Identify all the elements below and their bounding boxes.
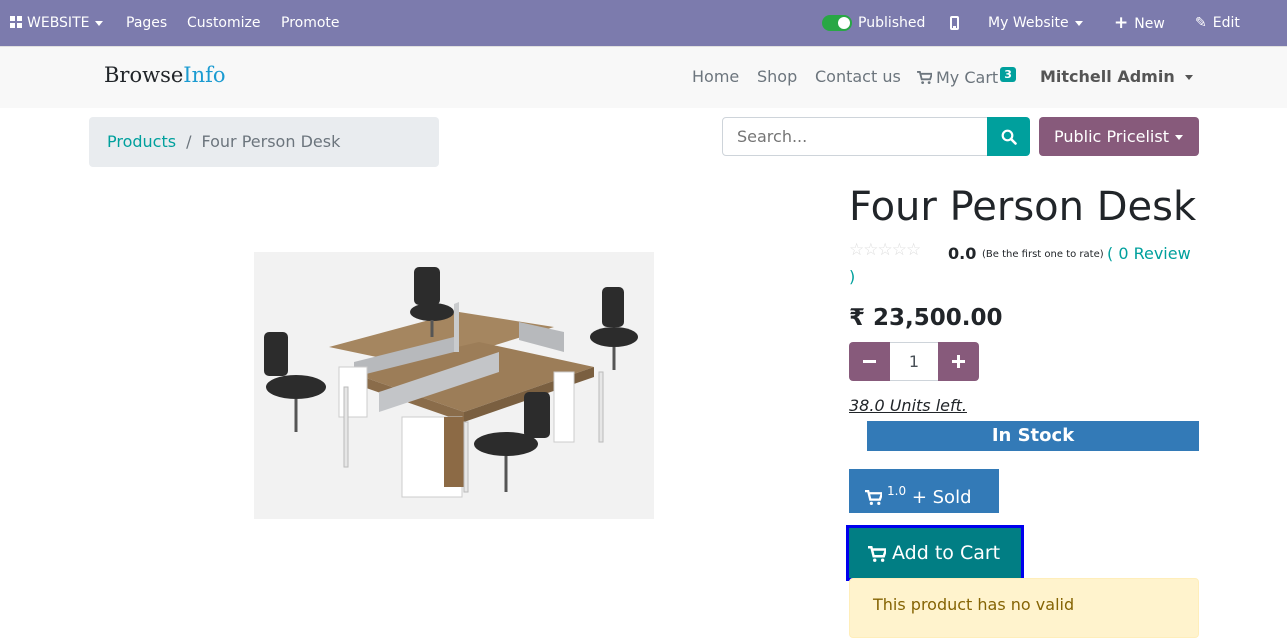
site-header: BrowseInfo Home Shop Contact us My Cart 3… [0, 46, 1287, 108]
chevron-down-icon [1184, 75, 1193, 80]
breadcrumb-current: Four Person Desk [201, 132, 341, 151]
breadcrumb: Products / Four Person Desk [89, 117, 439, 167]
mobile-preview-button[interactable] [950, 0, 959, 46]
review-link[interactable]: ( 0 Review [1107, 244, 1191, 263]
new-label: New [1134, 16, 1165, 32]
brand-part2: Info [183, 63, 226, 87]
published-label: Published [858, 15, 926, 31]
edit-label: Edit [1212, 15, 1240, 31]
plus-icon: + [1114, 13, 1129, 33]
search-button[interactable] [987, 117, 1030, 156]
customize-menu[interactable]: Customize [187, 0, 261, 46]
nav-home[interactable]: Home [692, 67, 739, 86]
warning-text: This product has no valid [873, 595, 1075, 614]
new-button[interactable]: + New [1114, 0, 1165, 46]
star-empty-icon: ☆ [877, 240, 893, 260]
admin-bar: WEBSITE Pages Customize Promote Publishe… [0, 0, 1287, 46]
star-empty-icon: ☆ [891, 240, 907, 260]
my-website-menu[interactable]: My Website [988, 0, 1083, 46]
product-title: Four Person Desk [849, 184, 1197, 230]
sold-count-button[interactable]: 1.0 + Sold [849, 469, 999, 513]
published-toggle[interactable]: Published [822, 0, 925, 46]
website-menu-label: WEBSITE [27, 15, 90, 31]
breadcrumb-separator: / [186, 132, 192, 151]
user-name: Mitchell Admin [1040, 67, 1175, 86]
apps-grid-icon [10, 16, 22, 28]
shopping-cart-icon [917, 71, 934, 84]
quantity-decrease-button[interactable] [849, 342, 890, 381]
nav-contact-us[interactable]: Contact us [815, 67, 901, 86]
toggle-switch-icon [822, 15, 852, 31]
rating-stars[interactable]: ☆☆☆☆☆ [849, 240, 921, 260]
my-cart-label: My Cart [936, 68, 999, 87]
add-to-cart-button[interactable]: Add to Cart [846, 525, 1024, 581]
desk-illustration [254, 252, 654, 519]
search-input[interactable] [722, 117, 988, 156]
chevron-down-icon [1174, 135, 1183, 140]
shopping-cart-icon [865, 489, 884, 505]
nav-my-cart[interactable]: My Cart 3 [917, 67, 1016, 87]
chevron-down-icon [1074, 20, 1083, 26]
breadcrumb-products-link[interactable]: Products [107, 132, 176, 151]
product-price: ₹ 23,500.00 [849, 305, 1003, 331]
pencil-icon: ✎ [1195, 15, 1207, 31]
user-menu[interactable]: Mitchell Admin [1040, 67, 1193, 86]
brand-part1: Browse [104, 63, 184, 87]
sold-label: + Sold [911, 487, 972, 508]
mobile-phone-icon [950, 16, 959, 30]
product-image [254, 252, 654, 519]
quantity-input[interactable] [890, 342, 938, 381]
edit-button[interactable]: ✎ Edit [1195, 0, 1240, 46]
product-warning-alert: This product has no valid [849, 578, 1199, 638]
my-website-label: My Website [988, 15, 1069, 31]
pricelist-label: Public Pricelist [1054, 127, 1169, 146]
rating-note: (Be the first one to rate) [982, 249, 1104, 260]
units-left: 38.0 Units left. [849, 396, 967, 415]
promote-menu[interactable]: Promote [281, 0, 340, 46]
quantity-increase-button[interactable] [938, 342, 979, 381]
star-empty-icon: ☆ [849, 240, 864, 260]
rating-value: 0.0 [948, 244, 977, 263]
review-link-close[interactable]: ) [849, 267, 855, 286]
shopping-cart-icon [868, 545, 886, 562]
chevron-down-icon [95, 20, 104, 26]
search-icon [1001, 129, 1017, 145]
star-empty-icon: ☆ [906, 240, 921, 260]
add-to-cart-label: Add to Cart [892, 542, 1001, 564]
stock-status-badge: In Stock [867, 421, 1199, 451]
sold-count: 1.0 [887, 484, 907, 498]
star-empty-icon: ☆ [863, 240, 878, 260]
nav-shop[interactable]: Shop [757, 67, 797, 86]
pricelist-dropdown[interactable]: Public Pricelist [1039, 117, 1199, 156]
brand-logo[interactable]: BrowseInfo [104, 63, 226, 87]
website-menu[interactable]: WEBSITE [10, 0, 104, 46]
pages-menu[interactable]: Pages [126, 0, 167, 46]
cart-count-badge: 3 [1000, 67, 1016, 82]
